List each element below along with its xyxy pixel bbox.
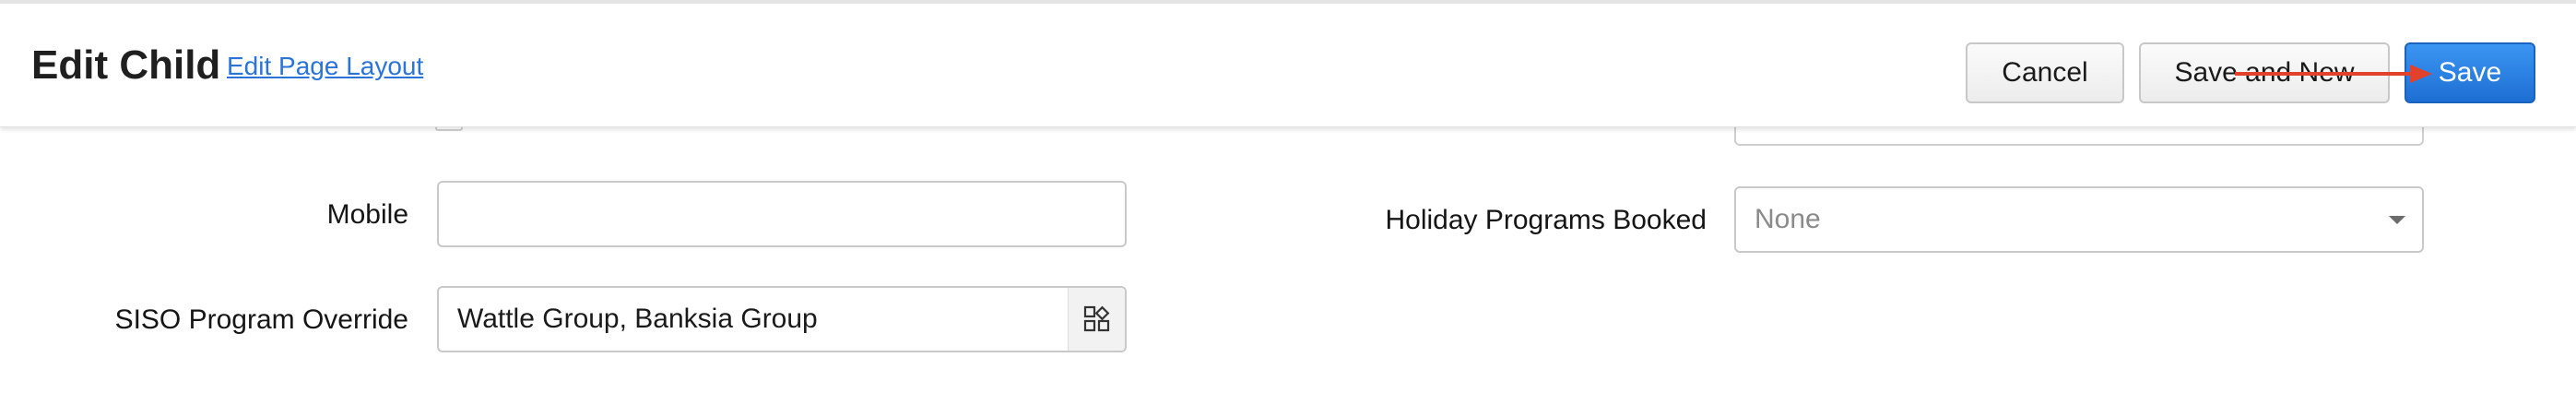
lookup-grid-icon-glyph bbox=[1083, 305, 1109, 332]
siso-program-override-field[interactable]: Wattle Group, Banksia Group bbox=[437, 286, 1127, 352]
holiday-programs-booked-value: None bbox=[1755, 204, 1821, 234]
holiday-programs-booked-label: Holiday Programs Booked bbox=[1385, 205, 1707, 235]
annotation-arrow bbox=[2235, 65, 2432, 83]
mobile-input[interactable] bbox=[437, 181, 1127, 247]
lookup-grid-icon[interactable] bbox=[1068, 288, 1125, 351]
siso-program-override-value: Wattle Group, Banksia Group bbox=[457, 304, 818, 334]
holiday-programs-booked-select[interactable]: None bbox=[1734, 186, 2424, 253]
mobile-label: Mobile bbox=[326, 199, 408, 230]
edit-page-layout-link[interactable]: Edit Page Layout bbox=[227, 52, 423, 81]
page-title: Edit Child bbox=[31, 42, 221, 88]
cancel-button[interactable]: Cancel bbox=[1966, 42, 2124, 103]
page-header: Edit Child Edit Page Layout Cancel Save … bbox=[0, 4, 2576, 127]
caret-down-icon bbox=[2389, 216, 2405, 224]
siso-program-override-label: SISO Program Override bbox=[114, 304, 408, 335]
